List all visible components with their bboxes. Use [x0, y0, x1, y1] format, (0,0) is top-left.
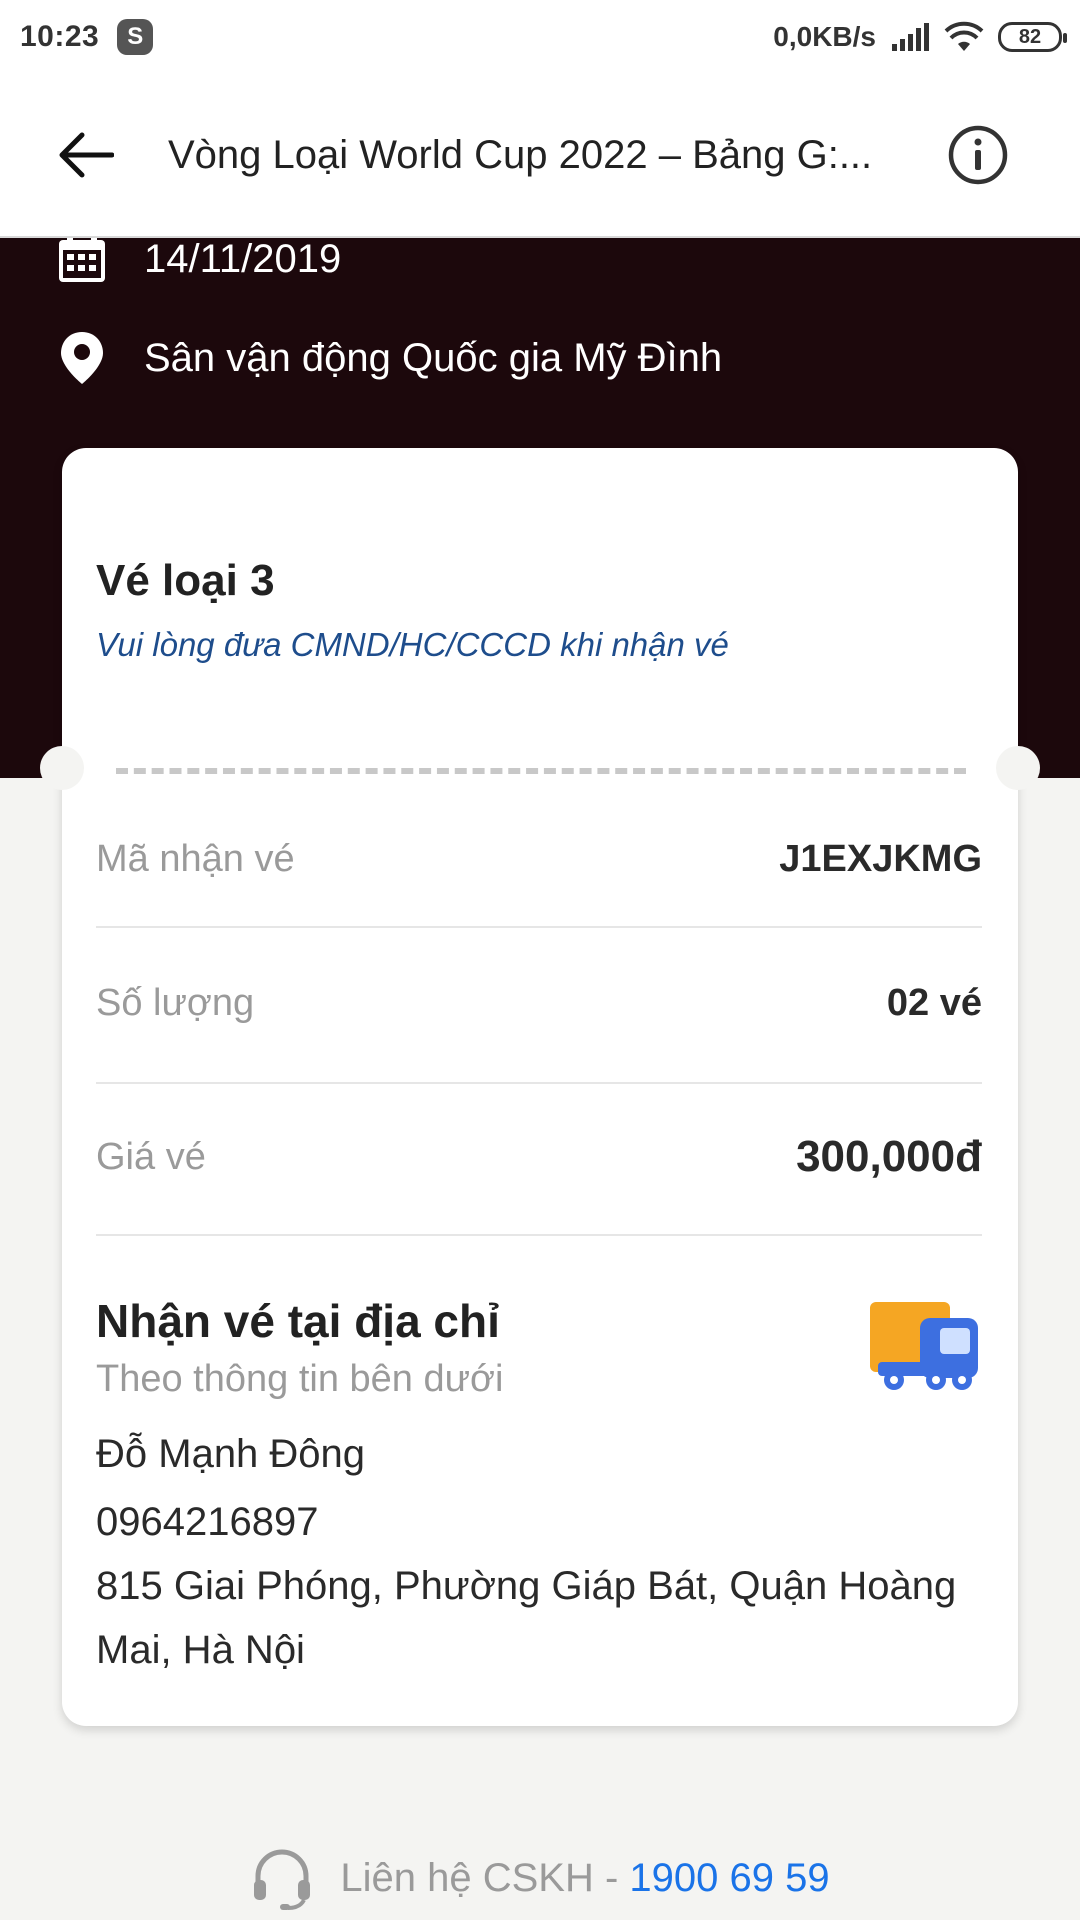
- ticket-notch-right: [996, 746, 1040, 790]
- event-venue: Sân vận động Quốc gia Mỹ Đình: [144, 335, 723, 380]
- event-date: 14/11/2019: [144, 236, 342, 281]
- event-venue-row: Sân vận động Quốc gia Mỹ Đình: [56, 330, 722, 386]
- network-speed: 0,0KB/s: [773, 21, 876, 52]
- quantity-value: 02 vé: [886, 982, 982, 1024]
- divider: [96, 926, 982, 928]
- delivery-title: Nhận vé tại địa chỉ: [96, 1295, 500, 1347]
- hotline-link[interactable]: 1900 69 59: [629, 1856, 829, 1900]
- info-button[interactable]: [928, 105, 1028, 205]
- divider: [96, 1234, 982, 1236]
- price-row: Giá vé 300,000đ: [96, 1132, 982, 1182]
- recipient-phone: 0964216897: [96, 1500, 319, 1544]
- ticket-code-value[interactable]: J1EXJKMG: [779, 838, 982, 881]
- status-bar: 10:23 S 0,0KB/s 82: [0, 0, 1080, 74]
- info-icon: [948, 125, 1008, 185]
- delivery-truck-icon: [870, 1302, 978, 1390]
- calendar-icon: [59, 232, 105, 282]
- ticket-card: Vé loại 3 Vui lòng đưa CMND/HC/CCCD khi …: [62, 448, 1018, 1726]
- app-notification-badge: S: [117, 19, 154, 55]
- ticket-code-label: Mã nhận vé: [96, 838, 295, 880]
- event-date-row: 14/11/2019: [56, 232, 341, 286]
- signal-icon: [892, 23, 929, 51]
- price-label: Giá vé: [96, 1135, 206, 1178]
- ticket-perforation: [116, 768, 966, 774]
- battery-indicator: 82: [998, 22, 1067, 52]
- app-bar: Vòng Loại World Cup 2022 – Bảng G:...: [0, 74, 1080, 238]
- ticket-code-row: Mã nhận vé J1EXJKMG: [96, 838, 982, 881]
- recipient-name: Đỗ Mạnh Đông: [96, 1432, 366, 1476]
- quantity-label: Số lượng: [96, 982, 255, 1024]
- recipient-address: 815 Giai Phóng, Phường Giáp Bát, Quận Ho…: [96, 1564, 957, 1672]
- status-time: 10:23: [20, 20, 100, 53]
- quantity-row: Số lượng 02 vé: [96, 982, 982, 1025]
- page-title: Vòng Loại World Cup 2022 – Bảng G:...: [168, 132, 873, 177]
- divider: [96, 1082, 982, 1084]
- status-left: 10:23 S: [20, 19, 154, 55]
- back-arrow-icon: [59, 132, 114, 178]
- ticket-note: Vui lòng đưa CMND/HC/CCCD khi nhận vé: [96, 626, 729, 663]
- delivery-subtitle: Theo thông tin bên dưới: [96, 1358, 504, 1400]
- location-pin-icon: [61, 332, 103, 384]
- status-right: 0,0KB/s 82: [773, 21, 1067, 53]
- wifi-icon: [944, 21, 984, 51]
- ticket-type: Vé loại 3: [96, 556, 275, 605]
- ticket-notch-left: [40, 746, 84, 790]
- contact-label: Liên hệ CSKH -: [340, 1855, 630, 1900]
- headset-icon: [254, 1849, 311, 1910]
- back-button[interactable]: [36, 105, 136, 205]
- customer-support-contact: Liên hệ CSKH - 1900 69 59: [0, 1846, 1080, 1910]
- price-value: 300,000đ: [796, 1132, 982, 1181]
